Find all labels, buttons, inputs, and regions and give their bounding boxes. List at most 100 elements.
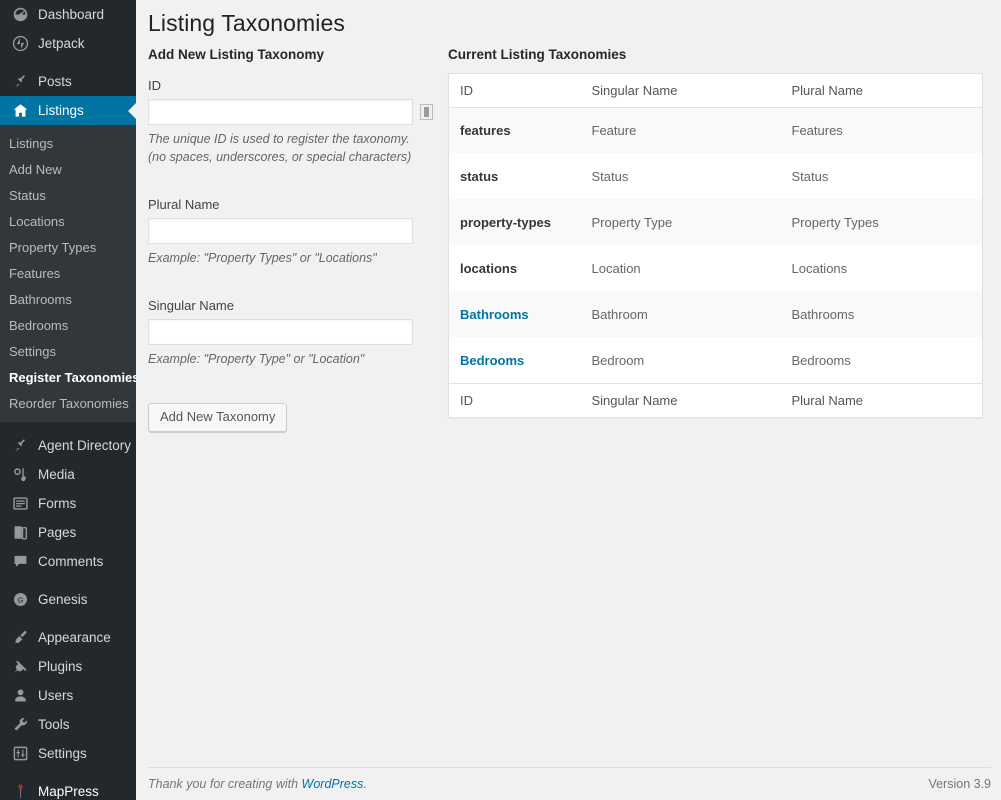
submenu-item-register-taxonomies[interactable]: Register Taxonomies	[0, 364, 136, 390]
sidebar-item-comments[interactable]: Comments	[0, 547, 136, 576]
taxonomy-plural-cell: Property Types	[791, 214, 879, 230]
current-table-heading: Current Listing Taxonomies	[448, 46, 627, 62]
taxonomy-singular-cell: Feature	[591, 123, 637, 139]
submenu-item-property-types[interactable]: Property Types	[0, 234, 136, 260]
sliders-icon	[9, 744, 31, 764]
sidebar-item-dashboard[interactable]: Dashboard	[0, 0, 136, 29]
sidebar-item-agent-directory[interactable]: Agent Directory	[0, 431, 136, 460]
sidebar-item-label: Pages	[38, 525, 77, 540]
home-icon	[9, 101, 31, 121]
table-footer-row: ID Singular Name Plural Name	[448, 382, 983, 418]
pages-icon	[9, 523, 31, 543]
submenu-item-bathrooms[interactable]: Bathrooms	[0, 286, 136, 312]
sidebar-item-label: Appearance	[38, 630, 111, 645]
sidebar-item-appearance[interactable]: Appearance	[0, 623, 136, 652]
sidebar-item-plugins[interactable]: Plugins	[0, 652, 136, 681]
footer-version: Version 3.9	[928, 777, 991, 791]
pin-icon	[9, 72, 31, 92]
field-plural-name: Plural Name Example: "Property Types" or …	[148, 197, 438, 267]
jetpack-icon	[9, 34, 31, 54]
sidebar-item-posts[interactable]: Posts	[0, 67, 136, 96]
submenu-item-locations[interactable]: Locations	[0, 208, 136, 234]
field-label-id: ID	[148, 77, 161, 93]
sidebar-item-genesis[interactable]: G Genesis	[0, 585, 136, 614]
submenu-item-status[interactable]: Status	[0, 182, 136, 208]
footer-thanks-prefix: Thank you for creating with	[148, 777, 302, 791]
wp-admin-screen: Dashboard Jetpack Posts Listings Listings Ad…	[0, 0, 1001, 800]
field-desc-line: (no spaces, underscores, or special char…	[148, 150, 412, 165]
sidebar-item-jetpack[interactable]: Jetpack	[0, 29, 136, 58]
table-row: locations Location Locations	[448, 245, 983, 292]
input-singular-name[interactable]	[148, 319, 413, 346]
submenu-item-bedrooms[interactable]: Bedrooms	[0, 312, 136, 338]
table-head: ID Singular Name Plural Name	[448, 73, 983, 108]
admin-sidebar: Dashboard Jetpack Posts Listings Listings Ad…	[0, 0, 136, 800]
sidebar-item-label: Tools	[38, 717, 70, 732]
add-new-taxonomy-button[interactable]: Add New Taxonomy	[148, 403, 288, 432]
field-desc-line: Example: "Property Type" or "Location"	[148, 352, 365, 367]
taxonomy-singular-cell: Bathroom	[591, 306, 648, 322]
field-id: ID The unique ID is used to register the …	[148, 78, 438, 166]
sidebar-item-label: Plugins	[38, 659, 83, 674]
wrench-icon	[9, 715, 31, 735]
add-taxonomy-form: ID The unique ID is used to register the …	[148, 78, 438, 404]
input-wrap-plural-name	[148, 218, 438, 245]
table-header-row: ID Singular Name Plural Name	[448, 73, 983, 108]
field-desc-plural-name: Example: "Property Types" or "Locations"	[148, 249, 438, 267]
taxonomy-singular-cell: Bedroom	[591, 352, 645, 368]
table-col-header: ID	[448, 73, 581, 108]
submenu-item-add-new[interactable]: Add New	[0, 156, 136, 182]
field-label-singular-name: Singular Name	[148, 298, 234, 314]
sidebar-divider	[0, 576, 136, 585]
taxonomy-id-link[interactable]: Bedrooms	[460, 353, 524, 368]
sidebar-item-label: Dashboard	[38, 7, 105, 22]
id-field-helper-icon[interactable]	[420, 103, 433, 120]
forms-icon	[9, 494, 31, 514]
comment-bubble-icon	[9, 552, 31, 572]
input-plural-name[interactable]	[148, 218, 413, 245]
map-pin-icon	[9, 782, 31, 800]
sidebar-item-settings[interactable]: Settings	[0, 739, 136, 768]
table-row: property-types Property Type Property Type…	[448, 199, 983, 246]
sidebar-item-tools[interactable]: Tools	[0, 710, 136, 739]
submenu-item-settings[interactable]: Settings	[0, 338, 136, 364]
sidebar-nav-bottom: Agent Directory Media Forms Pages Comments G G…	[0, 422, 136, 800]
taxonomy-singular-cell: Property Type	[591, 214, 673, 230]
sidebar-item-media[interactable]: Media	[0, 460, 136, 489]
taxonomy-id-link[interactable]: Bathrooms	[460, 307, 529, 322]
sidebar-item-label: Forms	[38, 496, 77, 511]
sidebar-divider	[0, 58, 136, 67]
table-col-header: Plural Name	[780, 73, 983, 108]
taxonomy-plural-cell: Features	[791, 123, 843, 139]
media-icon	[9, 465, 31, 485]
input-wrap-id	[148, 98, 438, 125]
table-col-header: Singular Name	[580, 382, 781, 418]
table-col-header: Singular Name	[580, 73, 781, 108]
submenu-item-features[interactable]: Features	[0, 260, 136, 286]
sidebar-item-pages[interactable]: Pages	[0, 518, 136, 547]
sidebar-item-mappress[interactable]: MapPress	[0, 777, 136, 800]
sidebar-item-label: Listings	[38, 103, 84, 118]
sidebar-item-label: Users	[38, 688, 74, 703]
sidebar-item-listings[interactable]: Listings	[0, 96, 136, 125]
sidebar-item-label: Jetpack	[38, 36, 85, 51]
taxonomy-id-cell: property-types	[460, 214, 552, 230]
dashboard-gauge-icon	[9, 5, 31, 25]
current-taxonomies-panel: Current Listing Taxonomies ID Singular Na…	[448, 45, 991, 432]
listings-submenu: Listings Add New Status Locations Property T…	[0, 125, 136, 422]
taxonomy-plural-cell: Status	[791, 168, 829, 184]
sidebar-item-users[interactable]: Users	[0, 681, 136, 710]
input-id[interactable]	[148, 98, 413, 125]
sidebar-item-label: Genesis	[38, 592, 88, 607]
taxonomy-id-cell: Bathrooms	[449, 291, 581, 337]
sidebar-item-forms[interactable]: Forms	[0, 489, 136, 518]
table-row: Bedrooms Bedroom Bedrooms	[448, 337, 983, 384]
submenu-item-reorder-taxonomies[interactable]: Reorder Taxonomies	[0, 390, 136, 416]
field-desc-line: The unique ID is used to register the ta…	[148, 131, 410, 146]
wordpress-link[interactable]: WordPress	[302, 777, 364, 791]
field-desc-singular-name: Example: "Property Type" or "Location"	[148, 350, 438, 368]
svg-text:G: G	[17, 596, 23, 605]
user-icon	[9, 686, 31, 706]
genesis-g-icon: G	[9, 590, 31, 610]
submenu-item-listings[interactable]: Listings	[0, 130, 136, 156]
